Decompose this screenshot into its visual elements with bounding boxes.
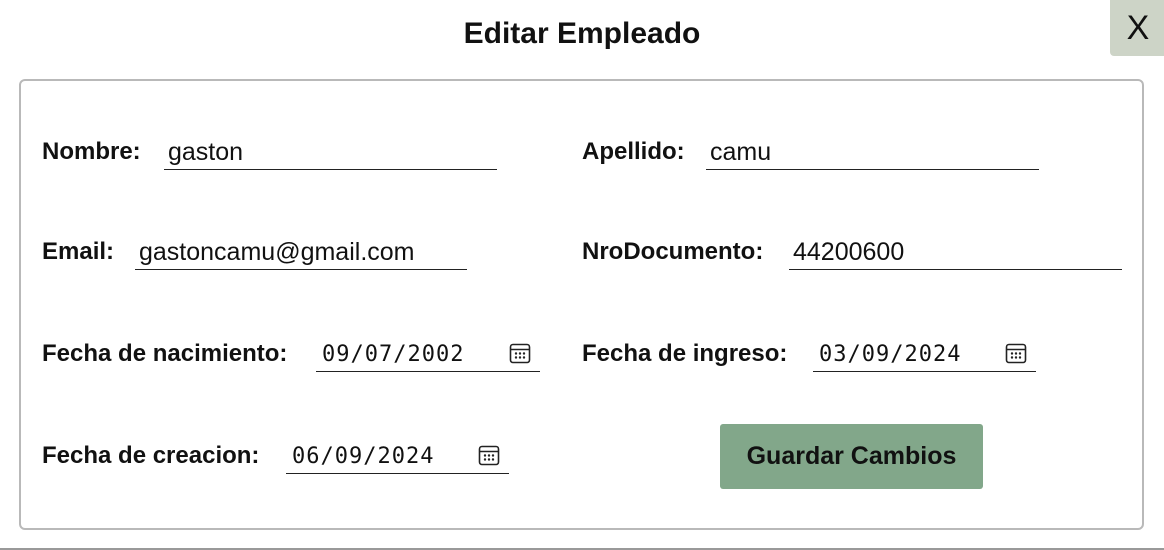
fecha-creacion-value: 06/09/2024 xyxy=(292,444,435,469)
close-button[interactable]: X xyxy=(1110,0,1164,56)
nombre-label: Nombre: xyxy=(42,138,141,165)
fecha-ingreso-field[interactable]: 03/09/2024 xyxy=(813,336,1036,372)
fecha-nacimiento-field[interactable]: 09/07/2002 xyxy=(316,336,540,372)
email-value: gastoncamu@gmail.com xyxy=(139,238,415,266)
email-label: Email: xyxy=(42,238,115,265)
email-field[interactable]: gastoncamu@gmail.com xyxy=(135,234,467,270)
apellido-field[interactable]: camu xyxy=(706,134,1039,170)
nro-documento-label: NroDocumento: xyxy=(582,238,764,265)
close-icon: X xyxy=(1126,8,1150,47)
calendar-icon[interactable] xyxy=(508,341,532,365)
dialog-title: Editar Empleado xyxy=(463,17,701,50)
fecha-creacion-label: Fecha de creacion: xyxy=(42,442,260,469)
fecha-ingreso-label: Fecha de ingreso: xyxy=(582,340,788,367)
nro-documento-field[interactable]: 44200600 xyxy=(789,234,1122,270)
nro-documento-value: 44200600 xyxy=(793,238,905,266)
edit-employee-dialog: Editar Empleado X Nombre: gaston Apellid… xyxy=(0,0,1164,550)
nombre-field[interactable]: gaston xyxy=(164,134,497,170)
save-changes-button[interactable]: Guardar Cambios xyxy=(720,424,983,489)
apellido-label: Apellido: xyxy=(582,138,685,165)
calendar-icon[interactable] xyxy=(1004,341,1028,365)
nombre-value: gaston xyxy=(168,138,244,166)
fecha-creacion-field[interactable]: 06/09/2024 xyxy=(286,438,509,474)
apellido-value: camu xyxy=(710,138,772,166)
calendar-icon[interactable] xyxy=(477,443,501,467)
fecha-nacimiento-value: 09/07/2002 xyxy=(322,342,465,367)
fecha-nacimiento-label: Fecha de nacimiento: xyxy=(42,340,288,367)
fecha-ingreso-value: 03/09/2024 xyxy=(819,342,962,367)
